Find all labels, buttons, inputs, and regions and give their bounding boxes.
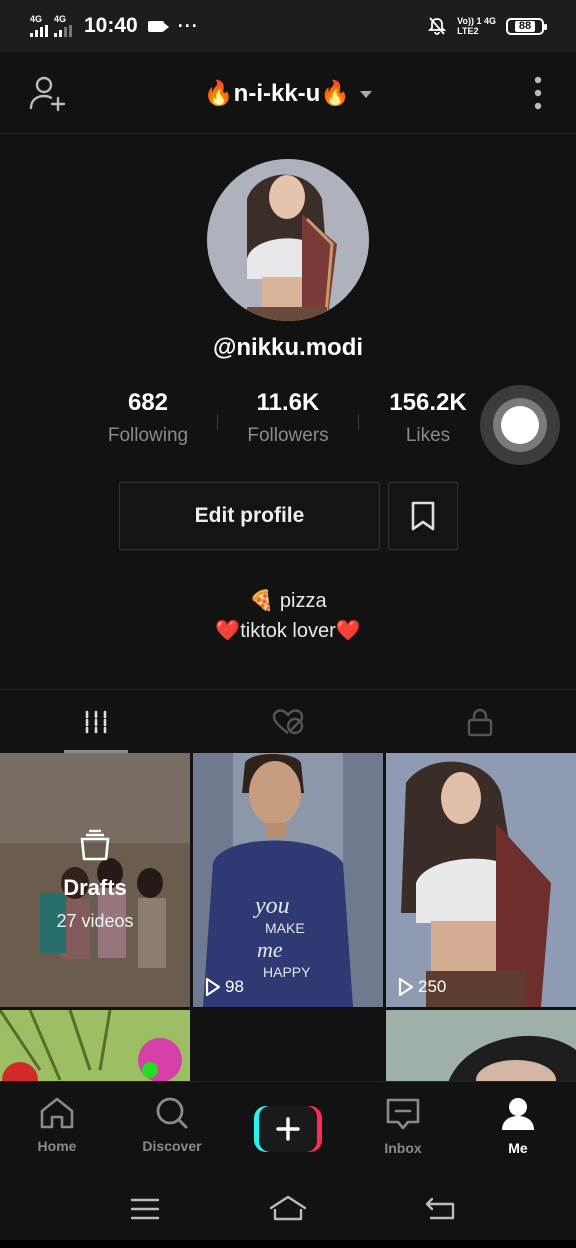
gesture-area bbox=[0, 1240, 576, 1248]
view-count: 98 bbox=[205, 977, 244, 997]
likes-stat[interactable]: 156.2K Likes bbox=[358, 389, 498, 447]
sim2-label: 4G bbox=[54, 14, 67, 24]
avatar[interactable] bbox=[207, 159, 369, 321]
search-icon bbox=[156, 1097, 188, 1129]
network-line2: LTE2 bbox=[457, 26, 479, 36]
battery-icon: 88 bbox=[506, 17, 547, 35]
following-count: 682 bbox=[127, 389, 169, 416]
nav-me-label: Me bbox=[508, 1140, 528, 1156]
video-thumbnail: you MAKE me HAPPY bbox=[193, 753, 383, 1007]
status-bar: 4G 4G 10:40 ··· Vo)) 1 4G LTE2 88 bbox=[0, 0, 576, 52]
svg-text:MAKE: MAKE bbox=[265, 920, 305, 936]
drafts-icon bbox=[80, 829, 110, 860]
following-stat[interactable]: 682 Following bbox=[78, 389, 218, 447]
content-tabs bbox=[0, 689, 576, 753]
home-button-icon[interactable] bbox=[269, 1195, 307, 1221]
drafts-tile[interactable]: Drafts 27 videos bbox=[0, 753, 190, 1007]
video-tile[interactable] bbox=[0, 1010, 190, 1083]
battery-level: 88 bbox=[514, 20, 536, 32]
sim2-signal-icon: 4G bbox=[54, 15, 72, 37]
assistive-touch-button[interactable] bbox=[480, 385, 560, 465]
nav-inbox-label: Inbox bbox=[384, 1140, 422, 1156]
username: @nikku.modi bbox=[212, 334, 364, 361]
status-left: 4G 4G 10:40 ··· bbox=[30, 14, 199, 38]
video-tile[interactable]: 250 bbox=[386, 753, 576, 1007]
network-indicator: Vo)) 1 4G LTE2 bbox=[457, 16, 496, 36]
tab-private[interactable] bbox=[384, 690, 576, 754]
back-icon[interactable] bbox=[424, 1195, 456, 1221]
bottom-navigation: Home Discover Inbox Me bbox=[0, 1081, 576, 1171]
menu-icon[interactable] bbox=[130, 1197, 160, 1221]
network-line1: Vo)) 1 4G bbox=[457, 16, 496, 26]
view-count: 250 bbox=[398, 977, 446, 997]
chevron-down-icon bbox=[360, 91, 373, 99]
bio: 🍕 pizza ❤️tiktok lover❤️ bbox=[0, 586, 576, 646]
home-icon bbox=[40, 1097, 74, 1129]
view-count-value: 250 bbox=[418, 977, 447, 996]
nav-home[interactable]: Home bbox=[7, 1096, 107, 1154]
video-thumbnail bbox=[386, 1010, 576, 1083]
video-tile[interactable] bbox=[386, 1010, 576, 1083]
hidden-heart-icon bbox=[272, 709, 304, 735]
play-icon bbox=[398, 977, 414, 997]
bookmark-icon bbox=[411, 501, 435, 531]
nav-home-label: Home bbox=[37, 1138, 77, 1154]
video-tile[interactable] bbox=[193, 1010, 383, 1083]
following-label: Following bbox=[107, 425, 189, 446]
account-switcher[interactable]: 🔥n-i-kk-u🔥 bbox=[0, 79, 576, 108]
more-notifications-icon: ··· bbox=[177, 15, 199, 36]
mute-bell-icon bbox=[427, 17, 447, 35]
profile-icon bbox=[502, 1098, 534, 1130]
play-icon bbox=[205, 977, 221, 997]
view-count-value: 98 bbox=[225, 977, 244, 996]
status-right: Vo)) 1 4G LTE2 88 bbox=[427, 16, 547, 36]
account-name: 🔥n-i-kk-u🔥 bbox=[203, 80, 351, 107]
nav-discover[interactable]: Discover bbox=[122, 1096, 222, 1154]
sim1-signal-icon: 4G bbox=[30, 15, 48, 37]
clock: 10:40 bbox=[84, 14, 138, 37]
drafts-count: 27 videos bbox=[56, 910, 134, 931]
likes-label: Likes bbox=[405, 425, 451, 446]
grid-icon bbox=[85, 710, 107, 734]
drafts-title: Drafts bbox=[63, 874, 127, 900]
inbox-icon bbox=[386, 1098, 420, 1130]
more-options-icon[interactable] bbox=[534, 76, 542, 110]
nav-inbox[interactable]: Inbox bbox=[353, 1096, 453, 1156]
bio-line: ❤️tiktok lover❤️ bbox=[215, 620, 361, 642]
nav-me[interactable]: Me bbox=[468, 1096, 568, 1156]
edit-profile-button[interactable]: Edit profile bbox=[119, 482, 380, 550]
favorites-button[interactable] bbox=[388, 482, 458, 550]
video-camera-icon bbox=[147, 20, 169, 32]
followers-stat[interactable]: 11.6K Followers bbox=[218, 389, 358, 447]
svg-text:me: me bbox=[257, 937, 283, 962]
video-grid: Drafts 27 videos you MAKE me HAPPY 98 25… bbox=[0, 753, 576, 1083]
tab-videos[interactable] bbox=[0, 690, 192, 754]
video-tile[interactable]: you MAKE me HAPPY 98 bbox=[193, 753, 383, 1007]
video-thumbnail bbox=[193, 1010, 383, 1083]
followers-label: Followers bbox=[247, 425, 329, 446]
profile-screen: 4G 4G 10:40 ··· Vo)) 1 4G LTE2 88 🔥n-i-k… bbox=[0, 0, 576, 1248]
followers-count: 11.6K bbox=[256, 389, 320, 416]
tab-liked[interactable] bbox=[192, 690, 384, 754]
create-video-button[interactable] bbox=[254, 1106, 322, 1152]
video-thumbnail bbox=[386, 753, 576, 1007]
likes-count: 156.2K bbox=[389, 389, 467, 416]
svg-text:you: you bbox=[253, 893, 290, 919]
system-navigation-bar bbox=[0, 1171, 576, 1248]
bio-line: 🍕 pizza bbox=[249, 590, 327, 612]
lock-icon bbox=[467, 708, 493, 737]
drafts-overlay: Drafts 27 videos bbox=[0, 753, 190, 1007]
profile-header: 🔥n-i-kk-u🔥 bbox=[0, 52, 576, 134]
svg-text:HAPPY: HAPPY bbox=[263, 964, 311, 980]
nav-discover-label: Discover bbox=[142, 1138, 202, 1154]
sim1-label: 4G bbox=[30, 14, 43, 24]
video-thumbnail bbox=[0, 1010, 190, 1083]
